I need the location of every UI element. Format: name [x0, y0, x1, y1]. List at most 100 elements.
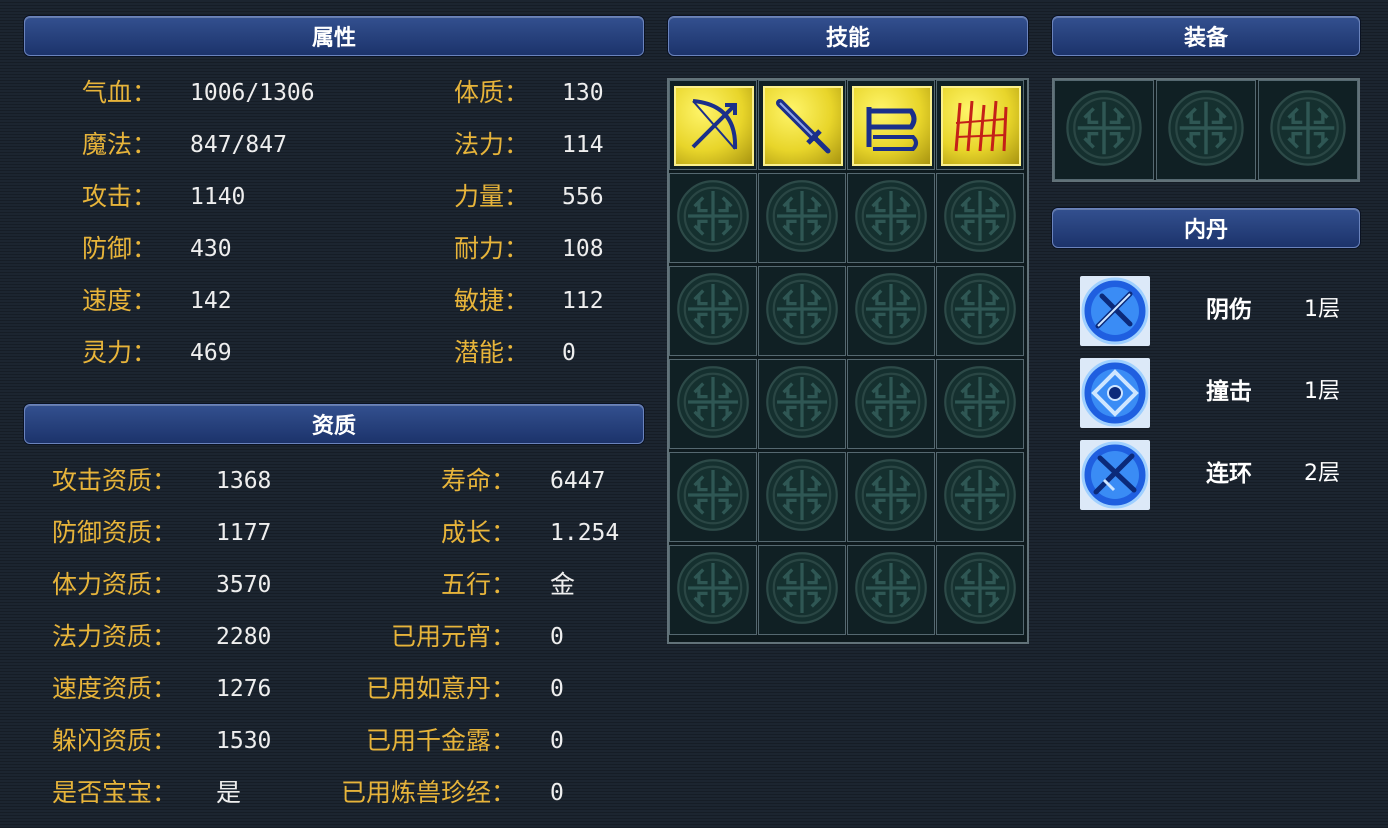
attr-label-magic: 法力：: [454, 130, 530, 159]
empty-slot-emblem-icon: [675, 550, 751, 630]
crossed-swords-dan-icon[interactable]: [1080, 276, 1150, 346]
empty-skill-slot[interactable]: [758, 359, 846, 449]
attr-value-potential: 0: [562, 340, 576, 366]
skill-slot[interactable]: [758, 80, 846, 170]
equipment-slot[interactable]: [1054, 80, 1154, 180]
empty-skill-slot[interactable]: [847, 359, 935, 449]
dan-level-zhuangji: 1层: [1304, 379, 1340, 404]
banner-skill-icon[interactable]: [852, 86, 932, 166]
empty-skill-slot[interactable]: [936, 545, 1024, 635]
empty-slot-emblem-icon: [853, 364, 929, 444]
empty-skill-slot[interactable]: [669, 359, 757, 449]
attr-value-defense: 430: [190, 236, 232, 262]
apt-value-growth: 1.254: [550, 520, 620, 546]
apt-value-used-yuanxiao: 0: [550, 624, 564, 650]
empty-skill-slot[interactable]: [936, 359, 1024, 449]
attr-label-attack: 攻击：: [82, 182, 158, 211]
empty-slot-emblem-icon: [942, 178, 1018, 258]
apt-value-speed: 1276: [216, 676, 272, 702]
attr-label-potential: 潜能：: [454, 338, 530, 367]
skills-header: 技能: [668, 16, 1028, 56]
apt-label-element: 五行：: [440, 570, 516, 599]
attr-label-strength: 力量：: [454, 182, 530, 211]
empty-slot-emblem-icon: [675, 178, 751, 258]
attr-label-endurance: 耐力：: [454, 234, 530, 263]
skill-slot[interactable]: [847, 80, 935, 170]
empty-skill-slot[interactable]: [847, 452, 935, 542]
skill-slot[interactable]: [936, 80, 1024, 170]
attr-value-mp: 847/847: [190, 132, 287, 158]
empty-slot-emblem-icon: [675, 364, 751, 444]
apt-value-defense: 1177: [216, 520, 272, 546]
attr-value-speed: 142: [190, 288, 232, 314]
aptitude-header: 资质: [24, 404, 644, 444]
empty-slot-emblem-icon: [1268, 88, 1348, 172]
apt-value-used-qianjinlu: 0: [550, 728, 564, 754]
dan-level-lianhuan: 2层: [1304, 461, 1340, 486]
attr-label-spirit: 灵力：: [82, 338, 158, 367]
apt-label-used-yuanxiao: 已用元宵：: [390, 622, 516, 651]
attr-label-defense: 防御：: [82, 234, 158, 263]
attr-value-hp: 1006/1306: [190, 80, 315, 106]
empty-slot-emblem-icon: [942, 550, 1018, 630]
dan-name-zhuangji: 撞击: [1206, 379, 1252, 405]
equipment-slot[interactable]: [1156, 80, 1256, 180]
apt-value-lifespan: 6447: [550, 468, 606, 494]
empty-slot-emblem-icon: [853, 457, 929, 537]
empty-skill-slot[interactable]: [936, 266, 1024, 356]
apt-label-used-beast-scripture: 已用炼兽珍经：: [340, 778, 516, 807]
equipment-slot[interactable]: [1258, 80, 1358, 180]
apt-value-magic: 2280: [216, 624, 272, 650]
empty-slot-emblem-icon: [853, 271, 929, 351]
apt-value-is-baby: 是: [216, 778, 242, 807]
combo-swords-dan-icon[interactable]: [1080, 440, 1150, 510]
empty-skill-slot[interactable]: [758, 452, 846, 542]
empty-skill-slot[interactable]: [758, 173, 846, 263]
equipment-header: 装备: [1052, 16, 1360, 56]
skill-slot[interactable]: [669, 80, 757, 170]
dan-level-yinshang: 1层: [1304, 297, 1340, 322]
empty-skill-slot[interactable]: [669, 266, 757, 356]
empty-slot-emblem-icon: [1064, 88, 1144, 172]
empty-slot-emblem-icon: [942, 271, 1018, 351]
attr-value-endurance: 108: [562, 236, 604, 262]
dan-name-yinshang: 阴伤: [1206, 297, 1252, 323]
empty-skill-slot[interactable]: [758, 545, 846, 635]
attr-label-hp: 气血：: [82, 78, 158, 107]
empty-slot-emblem-icon: [764, 178, 840, 258]
apt-label-dodge: 躲闪资质：: [52, 726, 178, 755]
apt-label-speed: 速度资质：: [52, 674, 178, 703]
attr-label-constitution: 体质：: [454, 78, 530, 107]
sword-skill-icon[interactable]: [763, 86, 843, 166]
apt-value-used-beast-scripture: 0: [550, 780, 564, 806]
empty-skill-slot[interactable]: [847, 266, 935, 356]
empty-slot-emblem-icon: [764, 550, 840, 630]
attr-value-agility: 112: [562, 288, 604, 314]
flame-skill-icon[interactable]: [941, 86, 1021, 166]
empty-skill-slot[interactable]: [669, 452, 757, 542]
attr-value-spirit: 469: [190, 340, 232, 366]
apt-label-defense: 防御资质：: [52, 518, 178, 547]
apt-value-element: 金: [550, 570, 576, 599]
empty-skill-slot[interactable]: [669, 545, 757, 635]
apt-label-used-qianjinlu: 已用千金露：: [365, 726, 516, 755]
empty-slot-emblem-icon: [942, 364, 1018, 444]
empty-slot-emblem-icon: [942, 457, 1018, 537]
empty-slot-emblem-icon: [1166, 88, 1246, 172]
bow-arrow-skill-icon[interactable]: [674, 86, 754, 166]
empty-skill-slot[interactable]: [936, 452, 1024, 542]
empty-skill-slot[interactable]: [669, 173, 757, 263]
dan-name-lianhuan: 连环: [1206, 461, 1252, 487]
attr-value-constitution: 130: [562, 80, 604, 106]
shield-core-dan-icon[interactable]: [1080, 358, 1150, 428]
attributes-header: 属性: [24, 16, 644, 56]
empty-slot-emblem-icon: [853, 178, 929, 258]
empty-skill-slot[interactable]: [847, 545, 935, 635]
empty-skill-slot[interactable]: [936, 173, 1024, 263]
empty-skill-slot[interactable]: [847, 173, 935, 263]
equipment-grid: [1052, 78, 1360, 182]
empty-slot-emblem-icon: [764, 271, 840, 351]
empty-skill-slot[interactable]: [758, 266, 846, 356]
attr-label-mp: 魔法：: [82, 130, 158, 159]
apt-label-is-baby: 是否宝宝：: [52, 778, 178, 807]
